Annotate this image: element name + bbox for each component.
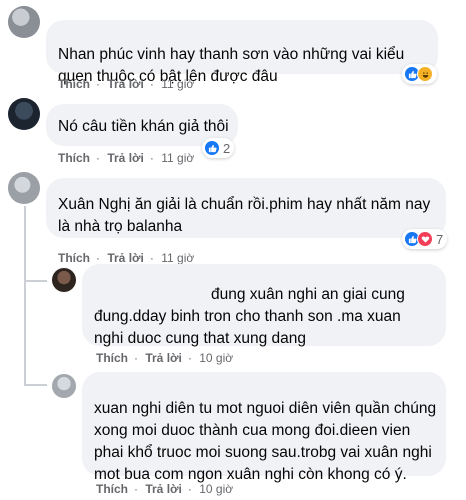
timestamp[interactable]: 10 giờ xyxy=(199,482,233,496)
separator: · xyxy=(187,351,192,365)
thread-line xyxy=(24,206,26,386)
timestamp[interactable]: 11 giờ xyxy=(161,77,194,91)
reaction-summary[interactable]: 2 xyxy=(202,138,235,158)
like-link[interactable]: Thích xyxy=(96,482,128,496)
comment-bubble: Xuân Nghị ăn giải là chuẩn rồi.phim hay … xyxy=(46,178,446,238)
reply-link[interactable]: Trả lời xyxy=(107,77,144,91)
reply-bubble: đung xuân nghi an giai cung đung.dday bi… xyxy=(82,264,446,347)
comment-actions: Thích · Trả lời · 11 giờ xyxy=(58,151,194,165)
reaction-summary[interactable] xyxy=(402,64,437,84)
reply-connector xyxy=(25,280,47,282)
separator: · xyxy=(149,77,154,91)
comment-text: xuan nghi diên tu mot nguoi diên viên qu… xyxy=(94,400,437,483)
separator: · xyxy=(96,251,100,265)
timestamp[interactable]: 11 giờ xyxy=(161,151,194,165)
separator: · xyxy=(96,151,100,165)
reply-link[interactable]: Trả lời xyxy=(107,151,144,165)
reaction-count: 7 xyxy=(436,231,444,247)
comment-text: Nó câu tiền khán giả thôi xyxy=(58,118,229,135)
timestamp[interactable]: 11 giờ xyxy=(161,251,194,265)
reply-bubble: xuan nghi diên tu mot nguoi diên viên qu… xyxy=(82,372,446,483)
comment-text: đung xuân nghi an giai cung đung.dday bi… xyxy=(94,286,405,347)
comment-actions: Thích · Trả lời · 10 giờ xyxy=(96,351,233,365)
like-link[interactable]: Thích xyxy=(96,351,128,365)
comment-actions: Thích · Trả lời · 11 giờ xyxy=(58,77,194,91)
reply-link[interactable]: Trả lời xyxy=(145,482,182,496)
timestamp[interactable]: 10 giờ xyxy=(199,351,233,365)
comment-bubble: Nhan phúc vinh hay thanh sơn vào những v… xyxy=(46,20,438,85)
like-link[interactable]: Thích xyxy=(58,151,90,165)
like-link[interactable]: Thích xyxy=(58,77,90,91)
like-link[interactable]: Thích xyxy=(58,251,90,265)
like-reaction-icon xyxy=(204,140,220,156)
comment-text: Xuân Nghị ăn giải là chuẩn rồi.phim hay … xyxy=(58,196,431,235)
love-reaction-icon xyxy=(417,231,433,247)
haha-reaction-icon xyxy=(417,66,433,82)
reply-link[interactable]: Trả lời xyxy=(107,251,144,265)
reply-connector xyxy=(25,384,47,386)
separator: · xyxy=(149,251,154,265)
reaction-count: 2 xyxy=(223,140,231,156)
avatar[interactable] xyxy=(8,6,40,38)
separator: · xyxy=(96,77,100,91)
avatar[interactable] xyxy=(8,172,40,204)
comment-actions: Thích · Trả lời · 10 giờ xyxy=(96,482,233,496)
separator: · xyxy=(134,482,138,496)
reaction-summary[interactable]: 7 xyxy=(402,229,448,249)
reply-link[interactable]: Trả lời xyxy=(145,351,182,365)
separator: · xyxy=(149,151,154,165)
avatar[interactable] xyxy=(8,98,40,130)
avatar[interactable] xyxy=(52,268,76,292)
comment-actions: Thích · Trả lời · 11 giờ xyxy=(58,251,194,265)
separator: · xyxy=(187,482,192,496)
separator: · xyxy=(134,351,138,365)
avatar[interactable] xyxy=(52,374,76,398)
